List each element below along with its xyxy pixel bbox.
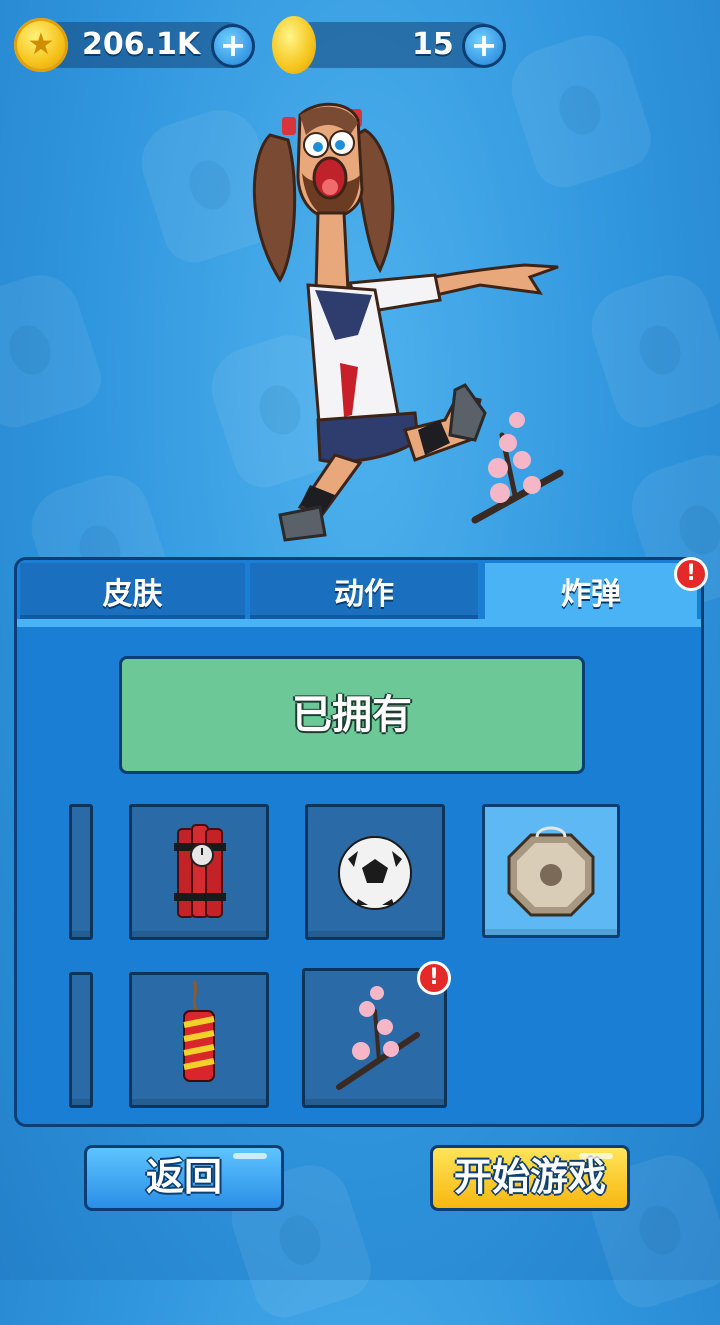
item-slot-partial[interactable] (69, 804, 93, 940)
add-gems-button[interactable]: + (462, 24, 506, 68)
item-slot-soccer-ball[interactable] (305, 804, 445, 940)
back-button-label: 返回 (145, 1155, 222, 1199)
button-shine (579, 1153, 613, 1159)
gong-icon (507, 826, 595, 917)
tab-actions[interactable]: 动作 (250, 563, 478, 619)
tab-skins[interactable]: 皮肤 (20, 563, 245, 619)
item-panel: 皮肤 动作 炸弹 ! 已拥有 ! (14, 557, 708, 1127)
start-game-button[interactable]: 开始游戏 (430, 1145, 630, 1211)
start-game-button-label: 开始游戏 (453, 1155, 606, 1199)
add-coins-button[interactable]: + (211, 24, 255, 68)
coin-amount: 206.1K (82, 27, 201, 62)
gem-amount: 15 (412, 27, 454, 62)
soccer-ball-icon (338, 836, 412, 910)
tab-underline (17, 619, 701, 627)
item-slot-gong[interactable] (482, 804, 620, 938)
tab-bombs-alert-badge: ! (674, 557, 708, 591)
owned-status-banner: 已拥有 (119, 656, 585, 774)
item-new-alert-badge: ! (417, 961, 451, 995)
firecracker-icon (183, 980, 215, 1082)
star-coin-icon: ★ (14, 18, 68, 72)
back-button[interactable]: 返回 (84, 1145, 284, 1211)
tab-bombs[interactable]: 炸弹 (485, 563, 697, 623)
character-preview (240, 95, 580, 545)
item-slot-dynamite[interactable] (129, 804, 269, 940)
dynamite-icon (174, 824, 226, 918)
item-slot-firecracker[interactable] (129, 972, 269, 1108)
gold-egg-icon (272, 16, 316, 74)
button-shine (233, 1153, 267, 1159)
item-slot-partial[interactable] (69, 972, 93, 1108)
